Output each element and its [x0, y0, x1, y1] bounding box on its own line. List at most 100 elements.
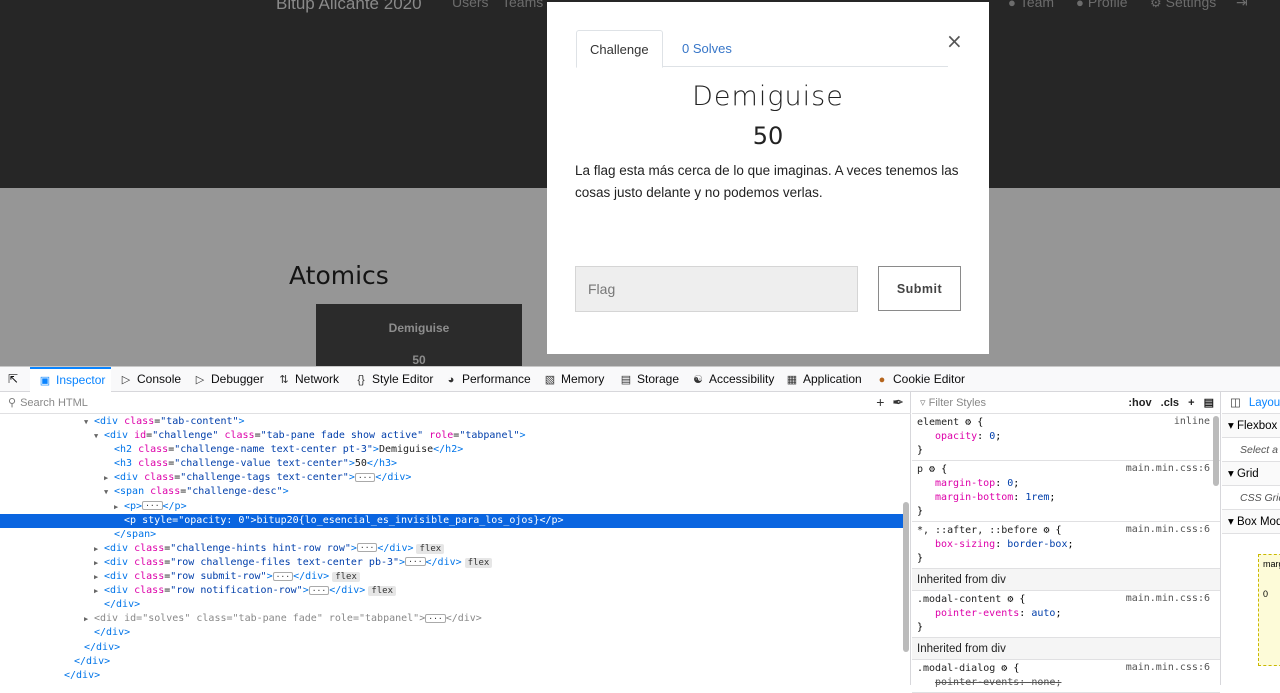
settings-icon: ⚙	[1150, 0, 1162, 10]
grid-section-header[interactable]: ▾ Grid	[1222, 462, 1280, 486]
inherited-header: Inherited from div	[912, 638, 1220, 660]
rule-source[interactable]: main.min.css:6	[1126, 463, 1210, 474]
add-rule-icon[interactable]: +	[1188, 397, 1194, 409]
nav-link-team[interactable]: ● Team	[1008, 0, 1054, 10]
tree-line[interactable]: ▶ <div id="solves" class="tab-pane fade" …	[0, 612, 905, 626]
cookie-icon: ●	[878, 374, 886, 386]
tree-line[interactable]: ▶ <p> ··· </p>	[0, 500, 905, 514]
tree-line[interactable]: </div>	[0, 641, 905, 655]
tab-accessibility[interactable]: ☯ Accessibility	[691, 367, 774, 391]
scrollbar[interactable]	[903, 502, 909, 652]
tree-line[interactable]: </div>	[0, 655, 905, 669]
accessibility-icon: ☯	[693, 374, 703, 386]
tab-performance[interactable]: ◕ Performance	[444, 367, 531, 391]
tree-line[interactable]: </div>	[0, 626, 905, 640]
tree-line[interactable]: <h2 class="challenge-name text-center pt…	[0, 443, 905, 457]
logout-icon[interactable]: ⇥	[1236, 0, 1248, 11]
tab-cookie-editor[interactable]: ● Cookie Editor	[875, 367, 965, 391]
tab-application[interactable]: ▦ Application	[785, 367, 862, 391]
search-html-field[interactable]: ⚲ Search HTML	[0, 392, 911, 414]
tree-line[interactable]: </div>	[0, 669, 905, 683]
challenge-card-value: 50	[412, 353, 426, 366]
close-button[interactable]: ×	[946, 29, 963, 53]
tab-debugger[interactable]: ▷ Debugger	[193, 367, 264, 391]
hov-toggle[interactable]: :hov	[1128, 397, 1151, 409]
search-icon: ⚲	[8, 397, 17, 409]
network-icon: ⇅	[279, 374, 289, 386]
inherited-header: Inherited from div	[912, 569, 1220, 591]
console-icon: ▷	[121, 374, 131, 386]
tree-line-selected[interactable]: <p style="opacity: 0">bitup20{lo_esencia…	[0, 513, 905, 528]
profile-icon: ●	[1076, 0, 1084, 10]
css-rule: p ⚙ { main.min.css:6 margin-top: 0; marg…	[912, 461, 1220, 522]
tree-line[interactable]: ▶ <div class="row challenge-files text-ce…	[0, 556, 905, 570]
tree-line[interactable]: ▶ <div class="challenge-tags text-center"…	[0, 471, 905, 485]
css-rule: element ⚙ { inline opacity: 0; }	[912, 414, 1220, 461]
nav-link-profile[interactable]: ● Profile	[1076, 0, 1128, 10]
tab-storage[interactable]: ▤ Storage	[619, 367, 679, 391]
tab-inspector[interactable]: ▣ Inspector	[30, 367, 112, 392]
tab-console[interactable]: ▷ Console	[119, 367, 181, 391]
devtools-panel: ⇱ ▣ Inspector ▷ Console ▷ Debugger ⇅ Network…	[0, 366, 1280, 693]
flexbox-section-header[interactable]: ▾ Flexbox	[1222, 414, 1280, 438]
challenge-description: La flag esta más cerca de lo que imagina…	[575, 163, 959, 200]
devtools-toolbar: ⇱ ▣ Inspector ▷ Console ▷ Debugger ⇅ Network…	[0, 367, 1280, 392]
nav-link-settings[interactable]: ⚙ Settings	[1150, 0, 1216, 11]
tree-line[interactable]: </span>	[0, 528, 905, 542]
sidebar-toggle-icon[interactable]: ◫	[1230, 397, 1241, 409]
tree-line[interactable]: ▼ <span class="challenge-desc">	[0, 485, 905, 499]
application-icon: ▦	[786, 374, 798, 386]
rule-source[interactable]: main.min.css:6	[1126, 524, 1210, 535]
tab-network[interactable]: ⇅ Network	[277, 367, 339, 391]
css-rule: *, ::after, ::before ⚙ { main.min.css:6 …	[912, 522, 1220, 569]
tree-line[interactable]: ▼ <div class="tab-content">	[0, 415, 905, 429]
filter-styles-field[interactable]: ▿ Filter Styles :hov .cls + ▤	[912, 392, 1220, 414]
css-rule: .modal-content ⚙ { main.min.css:6 pointe…	[912, 591, 1220, 638]
tab-solves[interactable]: 0 Solves	[669, 30, 745, 67]
tree-line[interactable]: ▶ <div class="row submit-row"> ··· </div> fl…	[0, 570, 905, 584]
print-simulation-icon[interactable]: ▤	[1204, 397, 1214, 409]
box-model-diagram: margin0	[1258, 554, 1280, 666]
challenge-card[interactable]: Demiguise 50	[316, 304, 522, 366]
tree-line[interactable]: <h3 class="challenge-value text-center">…	[0, 457, 905, 471]
add-node-icon[interactable]: +	[876, 394, 884, 410]
rule-source[interactable]: main.min.css:6	[1126, 662, 1210, 673]
tree-line[interactable]: ▶ <div class="row notification-row"> ··· </…	[0, 584, 905, 598]
rule-source[interactable]: inline	[1174, 416, 1210, 427]
submit-button[interactable]: Submit	[878, 266, 961, 311]
rule-source[interactable]: main.min.css:6	[1126, 593, 1210, 604]
nav-link-teams[interactable]: Teams	[502, 0, 543, 10]
grid-hint: CSS Grid is not in use on this page	[1222, 486, 1280, 510]
storage-icon: ▤	[620, 374, 632, 386]
tab-layout[interactable]: ◫ Layout	[1222, 392, 1280, 414]
flag-input[interactable]	[575, 266, 858, 312]
performance-icon: ◕	[447, 374, 455, 386]
brand[interactable]: Bitup Alicante 2020	[276, 0, 422, 14]
layout-view: ◫Layout ▾ Flexbox Select a Flex containe…	[1222, 392, 1280, 685]
tab-style-editor[interactable]: {} Style Editor	[354, 367, 433, 391]
challenge-value: 50	[752, 122, 784, 150]
cls-toggle[interactable]: .cls	[1161, 397, 1179, 409]
team-icon: ●	[1008, 0, 1016, 10]
dom-tree: ▼ <div class="tab-content"> ▼ <div id="cha…	[0, 415, 905, 683]
eyedropper-icon[interactable]: ✒	[892, 394, 904, 410]
filter-icon: ▿	[920, 397, 926, 409]
tab-challenge[interactable]: Challenge	[576, 30, 663, 68]
inspector-icon: ▣	[39, 375, 51, 387]
style-editor-icon: {}	[357, 374, 365, 386]
flexbox-hint: Select a Flex container or item to conti…	[1222, 438, 1280, 462]
nav-link-users[interactable]: Users	[452, 0, 489, 10]
tree-line[interactable]: </div>	[0, 598, 905, 612]
challenge-name: Demiguise	[692, 81, 844, 112]
category-title: Atomics	[289, 261, 389, 290]
tree-line[interactable]: ▼ <div id="challenge" class="tab-pane fad…	[0, 429, 905, 443]
element-picker-icon[interactable]: ⇱	[8, 367, 18, 391]
box-model-section-header[interactable]: ▾ Box Model	[1222, 510, 1280, 534]
scrollbar[interactable]	[1213, 416, 1219, 486]
tree-line[interactable]: ▶ <div class="challenge-hints hint-row ro…	[0, 542, 905, 556]
debugger-icon: ▷	[195, 374, 205, 386]
rules-view: ▿ Filter Styles :hov .cls + ▤ element ⚙ …	[912, 392, 1221, 693]
tab-memory[interactable]: ▧ Memory	[543, 367, 605, 391]
css-rule: .modal-dialog ⚙ { main.min.css:6 pointer…	[912, 660, 1220, 693]
markup-view: ⚲ Search HTML + ✒ ▼ <div class="tab-conten…	[0, 392, 911, 685]
